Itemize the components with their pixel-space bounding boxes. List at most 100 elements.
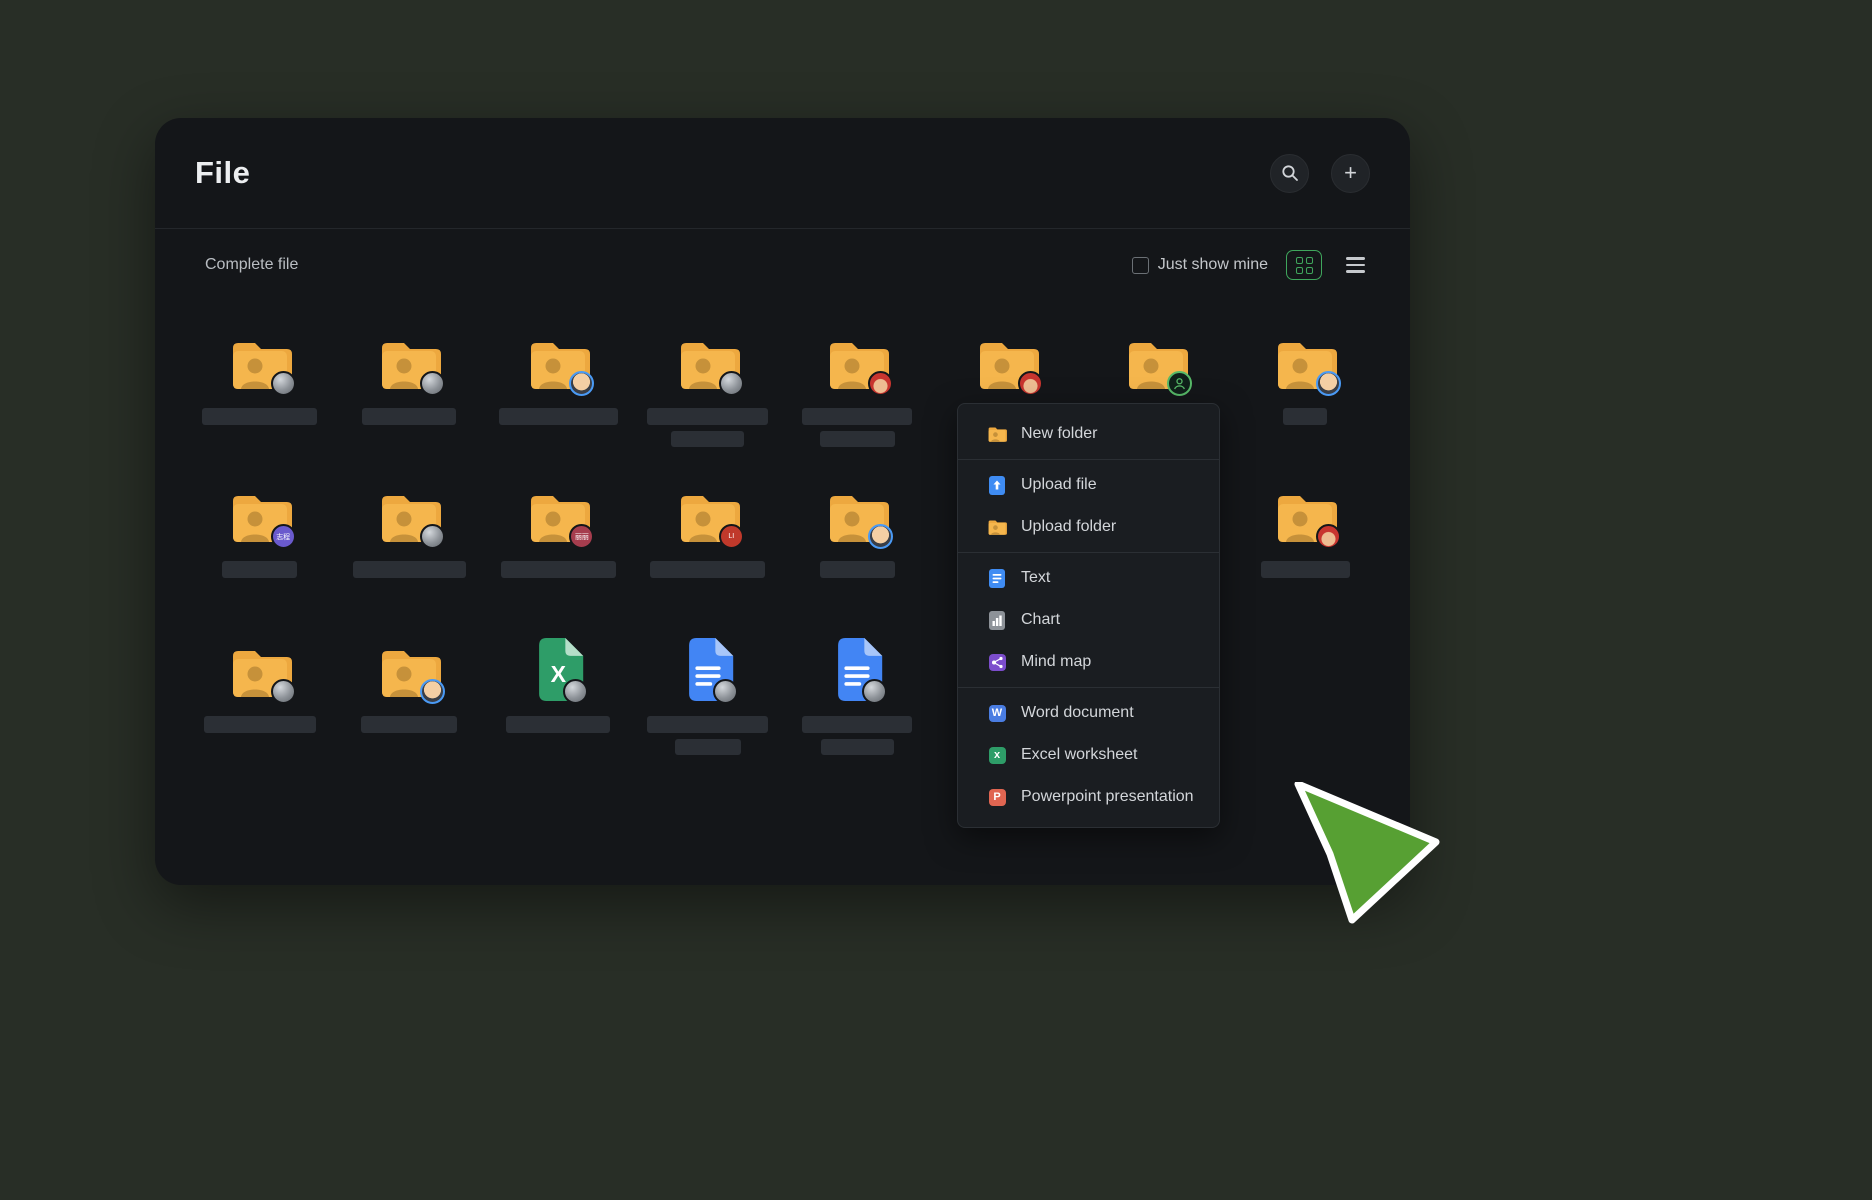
menu-item-label: Powerpoint presentation [1021, 788, 1194, 806]
owner-avatar-boy [569, 371, 594, 396]
cursor-arrow [1292, 782, 1442, 932]
menu-item-word-document[interactable]: W Word document [958, 692, 1219, 734]
menu-group: Upload file Upload folder [958, 459, 1219, 552]
menu-item-label: Upload file [1021, 476, 1097, 494]
menu-group: W Word document x Excel worksheet P Powerpoin… [958, 687, 1219, 822]
just-show-mine-label: Just show mine [1158, 256, 1268, 274]
upload-folder-icon [987, 517, 1007, 537]
menu-group: New folder [958, 409, 1219, 459]
excel-icon: x [987, 745, 1007, 765]
owner-avatar-gray [271, 371, 296, 396]
owner-avatar-gray [420, 524, 445, 549]
menu-group: Text Chart Mind map [958, 552, 1219, 687]
file-name-placeholder [650, 561, 765, 578]
file-item[interactable]: LI [633, 480, 782, 635]
search-icon [1281, 164, 1299, 182]
menu-item-label: Text [1021, 569, 1050, 587]
list-view-button[interactable] [1340, 250, 1370, 280]
grid-view-button[interactable] [1286, 250, 1322, 280]
owner-avatar-purple: 志程 [271, 524, 296, 549]
word-icon: W [987, 703, 1007, 723]
section-label: Complete file [205, 256, 298, 274]
file-name-placeholder [222, 561, 297, 578]
file-item[interactable] [185, 635, 334, 755]
file-item[interactable] [484, 327, 633, 480]
file-name-placeholder [820, 431, 895, 447]
menu-item-powerpoint-presentation[interactable]: P Powerpoint presentation [958, 776, 1219, 818]
owner-avatar-boy [1316, 371, 1341, 396]
ppt-icon: P [987, 787, 1007, 807]
menu-item-label: Word document [1021, 704, 1134, 722]
file-name-placeholder [202, 408, 317, 425]
menu-item-mind-map[interactable]: Mind map [958, 641, 1219, 683]
file-item[interactable]: 志程 [185, 480, 334, 635]
file-item[interactable] [783, 635, 932, 755]
file-item[interactable]: 丽丽 [484, 480, 633, 635]
owner-avatar-girl [1018, 371, 1043, 396]
owner-avatar-gray [563, 679, 588, 704]
toolbar: Complete file Just show mine [155, 229, 1410, 301]
owner-avatar-redli: LI [719, 524, 744, 549]
menu-item-upload-folder[interactable]: Upload folder [958, 506, 1219, 548]
plus-icon: + [1344, 162, 1357, 184]
file-name-placeholder [501, 561, 616, 578]
file-name-placeholder [1261, 561, 1350, 578]
desktop-background: { "window": { "title": "File" }, "header… [0, 0, 1872, 1200]
file-name-placeholder [647, 716, 768, 733]
owner-avatar-gray [420, 371, 445, 396]
file-item[interactable] [783, 327, 932, 480]
file-name-placeholder [204, 716, 316, 733]
file-name-placeholder [821, 739, 894, 755]
owner-avatar-maroon: 丽丽 [569, 524, 594, 549]
file-item[interactable] [783, 480, 932, 635]
list-view-icon [1346, 257, 1365, 260]
owner-avatar-green [1167, 371, 1192, 396]
file-name-placeholder [671, 431, 744, 447]
file-item[interactable]: X [484, 635, 633, 755]
file-grid: 志程 丽丽 LI X [155, 301, 1410, 755]
mindmap-icon [987, 652, 1007, 672]
file-name-placeholder [361, 716, 457, 733]
file-item[interactable] [633, 635, 782, 755]
owner-avatar-boy [420, 679, 445, 704]
file-name-placeholder [802, 408, 912, 425]
grid-view-icon [1296, 257, 1313, 274]
file-item[interactable] [334, 327, 483, 480]
owner-avatar-gray [719, 371, 744, 396]
menu-item-label: Chart [1021, 611, 1060, 629]
upload-file-icon [987, 475, 1007, 495]
menu-item-new-folder[interactable]: New folder [958, 413, 1219, 455]
file-name-placeholder [506, 716, 610, 733]
file-name-placeholder [1283, 408, 1327, 425]
owner-avatar-gray [862, 679, 887, 704]
new-folder-icon [987, 424, 1007, 444]
menu-item-label: Excel worksheet [1021, 746, 1138, 764]
file-name-placeholder [499, 408, 618, 425]
file-item[interactable] [334, 480, 483, 635]
chart-icon [987, 610, 1007, 630]
window-header: File + [155, 118, 1410, 228]
owner-avatar-girl [1316, 524, 1341, 549]
file-item[interactable] [1231, 480, 1380, 635]
file-name-placeholder [362, 408, 456, 425]
file-item[interactable] [185, 327, 334, 480]
file-name-placeholder [353, 561, 466, 578]
file-item[interactable] [1231, 327, 1380, 480]
menu-item-chart[interactable]: Chart [958, 599, 1219, 641]
create-context-menu: New folder Upload file Upload folder Tex… [957, 403, 1220, 828]
menu-item-text[interactable]: Text [958, 557, 1219, 599]
owner-avatar-gray [271, 679, 296, 704]
owner-avatar-girl [868, 371, 893, 396]
menu-item-label: Mind map [1021, 653, 1091, 671]
owner-avatar-boy [868, 524, 893, 549]
menu-item-excel-worksheet[interactable]: x Excel worksheet [958, 734, 1219, 776]
menu-item-upload-file[interactable]: Upload file [958, 464, 1219, 506]
just-show-mine-checkbox[interactable] [1132, 257, 1149, 274]
just-show-mine-toggle[interactable]: Just show mine [1132, 256, 1268, 274]
file-item[interactable] [633, 327, 782, 480]
file-name-placeholder [675, 739, 741, 755]
search-button[interactable] [1270, 154, 1309, 193]
menu-item-label: Upload folder [1021, 518, 1116, 536]
add-button[interactable]: + [1331, 154, 1370, 193]
file-item[interactable] [334, 635, 483, 755]
